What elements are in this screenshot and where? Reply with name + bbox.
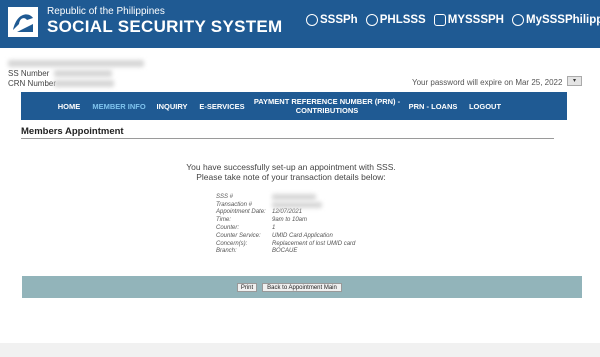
nav-inquiry[interactable]: INQUIRY bbox=[152, 92, 192, 120]
sss-logo bbox=[8, 7, 38, 37]
social-link-instagram[interactable]: MYSSSPH bbox=[433, 14, 504, 26]
account-menu-button[interactable]: ▾ bbox=[567, 76, 582, 86]
nav-prn-contributions[interactable]: PAYMENT REFERENCE NUMBER (PRN) - CONTRIB… bbox=[253, 92, 401, 120]
header-banner: Republic of the Philippines SOCIAL SECUR… bbox=[0, 0, 600, 48]
detail-row: Branch: BOCAUE bbox=[216, 248, 355, 256]
detail-value: BOCAUE bbox=[272, 248, 298, 255]
sss-number-redacted bbox=[272, 193, 316, 200]
facebook-icon bbox=[306, 14, 318, 26]
detail-value: UMID Card Application bbox=[272, 232, 333, 239]
back-to-appointment-main-button[interactable]: Back to Appointment Main bbox=[262, 283, 342, 292]
page-footer bbox=[0, 343, 600, 357]
detail-label: Appointment Date: bbox=[216, 209, 266, 216]
page-title: Members Appointment bbox=[21, 126, 124, 137]
social-label: MySSSPhilippines bbox=[525, 14, 600, 26]
detail-row: Time: 9am to 10am bbox=[216, 216, 355, 224]
detail-label: Branch: bbox=[216, 248, 237, 255]
detail-row: Concern(s): Replacement of lost UMID car… bbox=[216, 240, 355, 248]
nav-logout[interactable]: LOGOUT bbox=[465, 92, 505, 120]
detail-row: Counter Service: UMID Card Application bbox=[216, 232, 355, 240]
print-button[interactable]: Print bbox=[237, 283, 257, 292]
detail-value: 1 bbox=[272, 225, 276, 232]
nav-home[interactable]: HOME bbox=[53, 92, 85, 120]
crn-number-redacted bbox=[54, 80, 114, 87]
detail-label: Counter: bbox=[216, 225, 240, 232]
password-expiry-notice: Your password will expire on Mar 25, 202… bbox=[412, 78, 563, 87]
detail-row: Counter: 1 bbox=[216, 224, 355, 232]
detail-value: Replacement of lost UMID card bbox=[272, 240, 356, 247]
detail-row: Appointment Date: 12/07/2021 bbox=[216, 209, 355, 217]
detail-label: SSS # bbox=[216, 193, 234, 200]
social-link-twitter[interactable]: PHLSSS bbox=[365, 14, 426, 26]
main-nav: HOME MEMBER INFO INQUIRY E-SERVICES PAYM… bbox=[21, 92, 567, 120]
twitter-icon bbox=[365, 14, 378, 26]
social-link-facebook[interactable]: SSSPh bbox=[306, 14, 358, 26]
instruction-message: Please take note of your transaction det… bbox=[196, 172, 386, 182]
social-label: PHLSSS bbox=[379, 14, 426, 26]
transaction-number-redacted bbox=[272, 201, 322, 208]
ss-number-label: SS Number bbox=[8, 69, 50, 78]
social-label: MYSSSPH bbox=[447, 14, 504, 26]
success-message: You have successfully set-up an appointm… bbox=[186, 162, 396, 172]
detail-label: Time: bbox=[216, 217, 231, 224]
detail-row: SSS # bbox=[216, 193, 355, 201]
account-name-redacted bbox=[8, 60, 144, 67]
instagram-icon bbox=[433, 14, 446, 26]
nav-prn-loans[interactable]: PRN - LOANS bbox=[405, 92, 461, 120]
header-title: SOCIAL SECURITY SYSTEM bbox=[47, 17, 283, 36]
title-divider bbox=[21, 138, 554, 139]
detail-value: 12/07/2021 bbox=[272, 209, 303, 216]
ss-number-redacted bbox=[54, 70, 112, 77]
social-label: SSSPh bbox=[320, 14, 358, 26]
crn-number-label: CRN Number bbox=[8, 79, 57, 88]
social-links: SSSPh PHLSSS MYSSSPH MySSSPhilippines bbox=[306, 14, 600, 26]
social-link-youtube[interactable]: MySSSPhilippines bbox=[511, 14, 600, 26]
detail-label: Transaction # bbox=[216, 201, 252, 208]
youtube-icon bbox=[511, 14, 524, 26]
detail-row: Transaction # bbox=[216, 201, 355, 209]
detail-label: Counter Service: bbox=[216, 232, 261, 239]
detail-value: 9am to 10am bbox=[272, 217, 308, 224]
nav-e-services[interactable]: E-SERVICES bbox=[197, 92, 247, 120]
detail-label: Concern(s): bbox=[216, 240, 248, 247]
header-subtitle: Republic of the Philippines bbox=[47, 6, 165, 17]
transaction-details: SSS # Transaction # Appointment Date: 12… bbox=[216, 193, 355, 255]
nav-member-info[interactable]: MEMBER INFO bbox=[91, 92, 147, 120]
